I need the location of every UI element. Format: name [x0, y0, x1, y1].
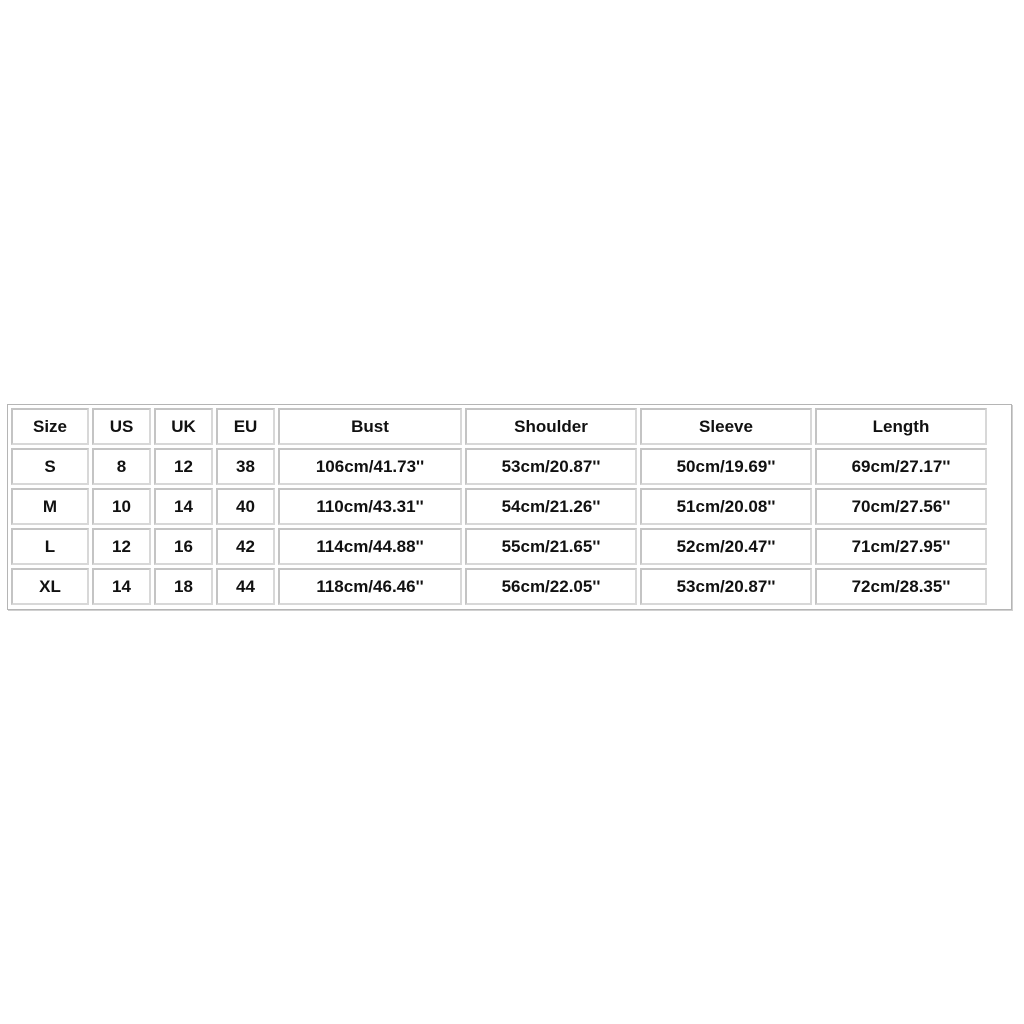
- header-length: Length: [815, 408, 987, 445]
- cell-us: 12: [92, 528, 151, 565]
- cell-uk: 12: [154, 448, 213, 485]
- header-row: Size US UK EU Bust Shoulder Sleeve Lengt…: [11, 408, 987, 445]
- cell-uk: 14: [154, 488, 213, 525]
- header-us: US: [92, 408, 151, 445]
- header-sleeve: Sleeve: [640, 408, 812, 445]
- table-row: M 10 14 40 110cm/43.31'' 54cm/21.26'' 51…: [11, 488, 987, 525]
- cell-bust: 106cm/41.73'': [278, 448, 462, 485]
- cell-sleeve: 51cm/20.08'': [640, 488, 812, 525]
- cell-eu: 40: [216, 488, 275, 525]
- cell-size: L: [11, 528, 89, 565]
- table-row: S 8 12 38 106cm/41.73'' 53cm/20.87'' 50c…: [11, 448, 987, 485]
- cell-length: 72cm/28.35'': [815, 568, 987, 605]
- table-row: XL 14 18 44 118cm/46.46'' 56cm/22.05'' 5…: [11, 568, 987, 605]
- cell-shoulder: 56cm/22.05'': [465, 568, 637, 605]
- cell-shoulder: 55cm/21.65'': [465, 528, 637, 565]
- size-chart-container: Size US UK EU Bust Shoulder Sleeve Lengt…: [7, 404, 1012, 610]
- cell-sleeve: 53cm/20.87'': [640, 568, 812, 605]
- header-eu: EU: [216, 408, 275, 445]
- header-uk: UK: [154, 408, 213, 445]
- cell-bust: 114cm/44.88'': [278, 528, 462, 565]
- cell-size: XL: [11, 568, 89, 605]
- cell-bust: 118cm/46.46'': [278, 568, 462, 605]
- cell-size: M: [11, 488, 89, 525]
- size-chart-table: Size US UK EU Bust Shoulder Sleeve Lengt…: [8, 405, 990, 608]
- cell-eu: 38: [216, 448, 275, 485]
- cell-shoulder: 54cm/21.26'': [465, 488, 637, 525]
- cell-size: S: [11, 448, 89, 485]
- cell-bust: 110cm/43.31'': [278, 488, 462, 525]
- header-bust: Bust: [278, 408, 462, 445]
- cell-length: 70cm/27.56'': [815, 488, 987, 525]
- table-row: L 12 16 42 114cm/44.88'' 55cm/21.65'' 52…: [11, 528, 987, 565]
- cell-sleeve: 50cm/19.69'': [640, 448, 812, 485]
- cell-sleeve: 52cm/20.47'': [640, 528, 812, 565]
- cell-shoulder: 53cm/20.87'': [465, 448, 637, 485]
- cell-us: 8: [92, 448, 151, 485]
- header-shoulder: Shoulder: [465, 408, 637, 445]
- cell-uk: 18: [154, 568, 213, 605]
- cell-uk: 16: [154, 528, 213, 565]
- cell-us: 14: [92, 568, 151, 605]
- cell-eu: 44: [216, 568, 275, 605]
- cell-length: 71cm/27.95'': [815, 528, 987, 565]
- header-size: Size: [11, 408, 89, 445]
- cell-us: 10: [92, 488, 151, 525]
- cell-length: 69cm/27.17'': [815, 448, 987, 485]
- cell-eu: 42: [216, 528, 275, 565]
